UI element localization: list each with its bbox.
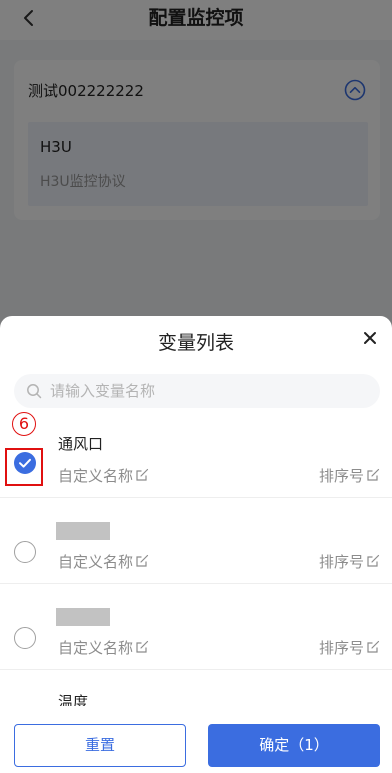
custom-name-field[interactable]: 自定义名称 (58, 552, 149, 572)
unchecked-radio-icon[interactable] (14, 627, 36, 649)
sort-number-label: 排序号 (318, 467, 364, 485)
reset-button[interactable]: 重置 (14, 724, 186, 767)
confirm-button[interactable]: 确定（1） (208, 724, 380, 767)
redacted-variable-name (56, 522, 110, 540)
search-input[interactable] (50, 374, 370, 408)
custom-name-field[interactable]: 自定义名称 (58, 466, 149, 486)
annotation-number-badge: 6 (12, 412, 36, 436)
sort-number-field[interactable]: 排序号 (319, 638, 380, 658)
edit-icon (367, 468, 380, 481)
variable-name: 通风口 (58, 435, 104, 453)
close-icon[interactable] (360, 328, 380, 348)
sheet-footer: 重置 确定（1） (0, 706, 392, 773)
sort-number-field[interactable]: 排序号 (319, 466, 380, 486)
edit-icon (136, 640, 149, 653)
variable-list-sheet: 变量列表 通风口 自定义名称 排序号 自定义名称 排序号 自 (0, 316, 392, 773)
unchecked-radio-icon[interactable] (14, 541, 36, 563)
search-icon (26, 383, 42, 399)
custom-name-field[interactable]: 自定义名称 (58, 638, 149, 658)
sheet-title: 变量列表 (157, 332, 234, 354)
custom-name-label: 自定义名称 (58, 467, 134, 485)
edit-icon (367, 640, 380, 653)
edit-icon (136, 468, 149, 481)
sort-number-label: 排序号 (318, 553, 364, 571)
edit-icon (367, 554, 380, 567)
list-item[interactable]: 自定义名称 排序号 (0, 584, 392, 670)
list-item[interactable]: 自定义名称 排序号 (0, 498, 392, 584)
redacted-variable-name (56, 608, 110, 626)
annotation-highlight-box (5, 448, 43, 486)
sort-number-label: 排序号 (318, 639, 364, 657)
list-item[interactable]: 通风口 自定义名称 排序号 (0, 412, 392, 498)
search-box[interactable] (14, 374, 380, 408)
edit-icon (136, 554, 149, 567)
custom-name-label: 自定义名称 (58, 639, 134, 657)
custom-name-label: 自定义名称 (58, 553, 134, 571)
sort-number-field[interactable]: 排序号 (319, 552, 380, 572)
